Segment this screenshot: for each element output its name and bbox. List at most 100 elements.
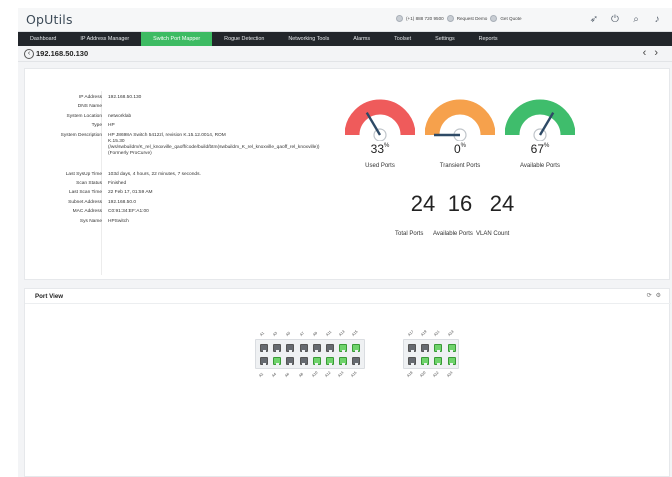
count-label: Total Ports: [395, 231, 424, 237]
next-arrow-icon[interactable]: ›: [654, 47, 666, 59]
detail-key: Scan Status: [76, 180, 102, 186]
nav-tab-switch-port-mapper[interactable]: Switch Port Mapper: [141, 32, 213, 46]
port-label: A1: [259, 331, 266, 337]
gauge-percent: 0: [453, 142, 461, 156]
detail-row: Sys Name HPSwitch: [25, 219, 255, 228]
port-A7[interactable]: [299, 344, 308, 352]
detail-row: Scan Status Finished: [25, 181, 255, 190]
demo-icon: [446, 15, 454, 22]
port-label: A10: [310, 370, 319, 378]
gauge-unit: %: [384, 143, 390, 149]
nav-tab-rogue-detection[interactable]: Rogue Detection: [212, 32, 276, 46]
quote-icon: [490, 15, 498, 22]
gauge-label: Used Ports: [365, 163, 395, 169]
port-A20[interactable]: [421, 357, 430, 365]
detail-key: Sys Name: [79, 218, 102, 224]
request-demo-link[interactable]: Request Demo: [457, 16, 488, 21]
port-A16[interactable]: [352, 357, 361, 365]
port-A10[interactable]: [312, 357, 321, 365]
port-A23[interactable]: [447, 344, 456, 352]
detail-value: HP J8698A Switch 5412zl, revision K.15.1…: [108, 132, 320, 157]
nav-tab-alarms[interactable]: Alarms: [341, 32, 382, 46]
port-label: A7: [298, 331, 305, 337]
port-view-header: Port View ⟳⚙: [25, 289, 671, 304]
prev-arrow-icon[interactable]: ‹: [643, 47, 655, 59]
port-A17[interactable]: [408, 344, 416, 352]
detail-row: MAC Address C0:91:34:EF:A1:00: [25, 209, 255, 218]
detail-key: IP Address: [78, 95, 102, 100]
detail-row: Type HP: [25, 123, 255, 132]
gauge-unit: %: [460, 143, 467, 149]
port-A11[interactable]: [326, 344, 334, 352]
detail-key: Last SysUp Time: [65, 171, 102, 177]
port-A13[interactable]: [339, 344, 348, 352]
count-label: VLAN Count: [476, 231, 510, 237]
gauge-available-ports: [504, 97, 576, 167]
port-label: A19: [420, 329, 428, 337]
port-label: A22: [432, 370, 440, 378]
search-icon[interactable]: ⌕: [630, 14, 642, 26]
detail-row: Last Scan Time 22 Feb 17, 01:59 AM: [25, 190, 255, 199]
nav-tab-reports[interactable]: Reports: [467, 32, 510, 46]
count-value: 24: [489, 191, 515, 216]
nav-tab-networking-tools[interactable]: Networking Tools: [276, 32, 341, 46]
gauge-percent: 67: [530, 142, 544, 156]
port-label: A21: [433, 329, 441, 337]
plug-icon[interactable]: ⏻: [609, 14, 621, 26]
port-label: A15: [351, 329, 359, 337]
pager: ‹›: [643, 47, 666, 59]
port-A4[interactable]: [273, 357, 282, 365]
top-links: (+1) 888 720 9500 Request Demo Get Quote: [396, 15, 522, 22]
port-A2[interactable]: [260, 357, 268, 365]
gauge-used-ports: [344, 97, 416, 167]
detail-value: C0:91:34:EF:A1:00: [108, 209, 149, 215]
port-A18[interactable]: [408, 357, 416, 365]
breadcrumb: ‹ 192.168.50.130 ‹›: [18, 46, 672, 62]
settings-icon[interactable]: ⚙: [656, 293, 665, 299]
port-label: A16: [350, 370, 358, 378]
detail-key: Subnet Address: [68, 199, 102, 205]
nav-tab-toolset[interactable]: Toolset: [382, 32, 423, 46]
rocket-icon[interactable]: ➶: [588, 14, 600, 26]
count-label: Available Ports: [433, 231, 473, 237]
port-A19[interactable]: [421, 344, 430, 352]
port-A1[interactable]: [260, 344, 268, 352]
get-quote-link[interactable]: Get Quote: [500, 16, 521, 21]
nav-tab-settings[interactable]: Settings: [423, 32, 466, 46]
app-window: OpUtils (+1) 888 720 9500 Request Demo G…: [18, 8, 672, 477]
port-A22[interactable]: [434, 357, 443, 365]
port-A14[interactable]: [339, 357, 348, 365]
port-A12[interactable]: [326, 357, 334, 365]
back-icon[interactable]: ‹: [24, 49, 34, 59]
port-A15[interactable]: [352, 344, 361, 352]
nav-tab-ip-address-manager[interactable]: IP Address Manager: [68, 32, 141, 46]
port-label: A23: [446, 329, 455, 337]
port-label: A8: [297, 372, 304, 378]
count-value: 16: [447, 191, 473, 216]
detail-value: 192.168.50.0: [108, 199, 137, 205]
device-summary-card: IP Address 192.168.50.130 DNS Name System L…: [24, 68, 670, 280]
app-logo[interactable]: OpUtils: [26, 12, 73, 27]
port-A8[interactable]: [299, 357, 308, 365]
port-A24[interactable]: [447, 357, 456, 365]
phone-icon: [396, 15, 403, 22]
port-A5[interactable]: [286, 344, 295, 352]
port-view-card: Port View ⟳⚙ A1 A2 A3 A4 A5 A6 A7 A8 A9 A10 A11 A12…: [24, 288, 671, 477]
gauge-value: 0%: [420, 142, 500, 156]
refresh-icon[interactable]: ⟳: [647, 293, 656, 299]
detail-value: HP: [108, 123, 115, 129]
detail-key: System Description: [60, 132, 102, 138]
port-label: A9: [311, 331, 318, 337]
port-A21[interactable]: [434, 344, 443, 352]
detail-key: System Location: [66, 113, 102, 119]
gauge-label: Available Ports: [520, 163, 560, 169]
port-A6[interactable]: [286, 357, 295, 365]
bell-icon[interactable]: ♪: [651, 14, 663, 26]
port-A9[interactable]: [312, 344, 321, 352]
top-icons: ➶ ⏻ ⌕ ♪ ⚙: [588, 13, 672, 27]
detail-row: DNS Name: [25, 104, 255, 113]
detail-row: IP Address 192.168.50.130: [25, 95, 255, 104]
nav-tab-dashboard[interactable]: Dashboard: [18, 32, 68, 46]
port-A3[interactable]: [273, 344, 282, 352]
detail-key: MAC Address: [72, 209, 102, 215]
